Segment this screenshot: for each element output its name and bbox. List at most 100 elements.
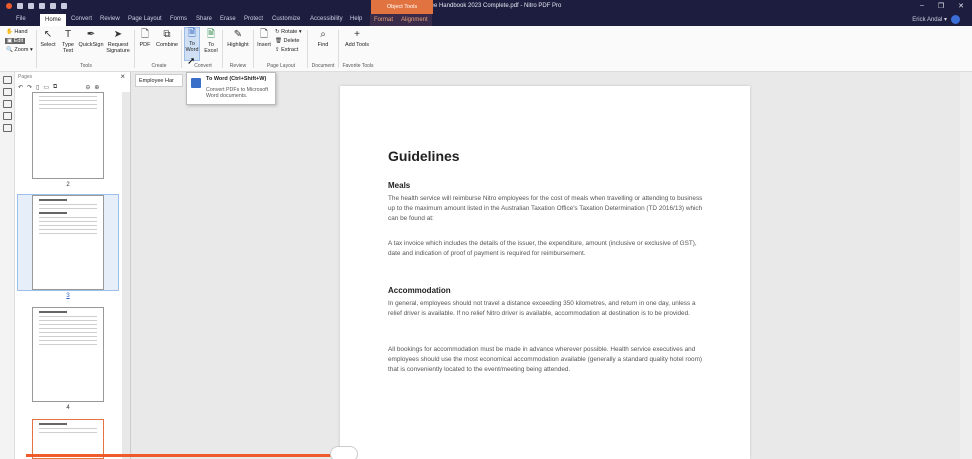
tab-page-layout[interactable]: Page Layout	[128, 16, 162, 22]
minimize-button[interactable]: –	[920, 2, 924, 10]
tab-erase[interactable]: Erase	[220, 16, 236, 22]
document-scrollbar[interactable]	[960, 72, 972, 459]
ribbon-separator	[222, 30, 223, 68]
close-button[interactable]: ✕	[958, 2, 964, 10]
document-group-label: Document	[311, 63, 335, 69]
word-file-icon	[191, 78, 201, 88]
page-layout-group-label: Page Layout	[266, 63, 296, 69]
meals-paragraph-1: The health service will reimburse Nitro …	[388, 195, 703, 222]
highlight-button[interactable]: ✎ Highlight	[225, 29, 251, 48]
request-signature-label: Request Signature	[106, 42, 130, 54]
highlight-label: Highlight	[227, 42, 249, 48]
to-excel-button[interactable]: 🗎 To Excel	[203, 29, 219, 54]
ribbon-separator	[36, 30, 37, 68]
page-thumbnail-4[interactable]	[32, 307, 104, 402]
type-text-button[interactable]: T Type Text	[60, 29, 76, 54]
pages-panel-icon[interactable]	[3, 76, 12, 84]
video-progress-handle[interactable]	[330, 446, 358, 459]
page-number-3: 3	[66, 293, 70, 299]
zoom-tool[interactable]: 🔍 Zoom ▾	[6, 47, 33, 53]
rotate-left-icon[interactable]: ↶	[18, 84, 23, 91]
tooltip-title: To Word (Ctrl+Shift+W)	[206, 76, 267, 82]
create-pdf-button[interactable]: 🗋 PDF	[137, 29, 153, 48]
tab-file[interactable]: File	[16, 16, 26, 22]
add-tools-button[interactable]: + Add Tools	[344, 29, 370, 48]
select-label: Select	[40, 42, 56, 48]
search-panel-icon[interactable]	[3, 88, 12, 96]
text-t-icon: T	[64, 29, 72, 40]
tab-review[interactable]: Review	[100, 16, 120, 22]
page-thumbnail-5[interactable]	[32, 419, 104, 459]
contextual-group-label: Object Tools	[371, 0, 433, 14]
maximize-button[interactable]: ❐	[938, 2, 944, 10]
pen-icon: ✒	[86, 29, 96, 40]
rotate-right-icon[interactable]: ↷	[27, 84, 32, 91]
add-tools-label: Add Tools	[344, 42, 370, 48]
window-title: Employee Handbook 2023 Complete.pdf - Ni…	[410, 3, 562, 9]
combine-button[interactable]: ⧉ Combine	[155, 29, 179, 48]
page-thumbnail-2[interactable]	[32, 92, 104, 179]
create-group-label: Create	[151, 63, 167, 69]
to-word-label: To Word	[185, 41, 199, 53]
extract-page-icon[interactable]: ⧉	[53, 84, 57, 91]
bookmarks-panel-icon[interactable]	[3, 100, 12, 108]
video-progress-bar[interactable]	[26, 454, 336, 457]
zoom-in-icon[interactable]: ⊕	[94, 84, 99, 91]
delete-button[interactable]: 🗑 Delete	[275, 38, 299, 44]
zoom-out-icon[interactable]: ⊖	[85, 84, 90, 91]
avatar	[951, 15, 960, 24]
delete-page-icon[interactable]: ▯	[36, 84, 39, 91]
zoom-label: Zoom ▾	[14, 47, 33, 53]
tags-panel-icon[interactable]	[3, 112, 12, 120]
pages-panel-title: Pages	[18, 74, 33, 80]
edit-tool[interactable]: ▣ Edit	[5, 38, 26, 44]
page-heading: Guidelines	[388, 148, 460, 164]
to-word-tooltip: To Word (Ctrl+Shift+W) Convert PDFs to M…	[186, 72, 276, 105]
insert-page-icon[interactable]: ▭	[43, 84, 49, 91]
security-panel-icon[interactable]	[3, 124, 12, 132]
ribbon-separator	[253, 30, 254, 68]
word-file-icon: 🗎	[187, 28, 197, 39]
combine-icon: ⧉	[163, 29, 171, 40]
section-title-accommodation: Accommodation	[388, 286, 451, 295]
tab-home[interactable]: Home	[40, 14, 67, 26]
tab-alignment[interactable]: Alignment	[397, 14, 432, 26]
edit-label: Edit	[13, 38, 24, 44]
page-thumbnail-3[interactable]	[32, 195, 104, 290]
tools-group-label: Tools	[80, 63, 92, 69]
magnifier-icon: ⌕	[320, 29, 326, 40]
find-label: Find	[317, 42, 329, 48]
pdf-page: Guidelines Meals The health service will…	[340, 86, 750, 459]
combine-label: Combine	[155, 42, 178, 48]
delete-label: Delete	[283, 38, 300, 44]
tab-customize[interactable]: Customize	[272, 16, 300, 22]
title-bar: Employee Handbook 2023 Complete.pdf - Ni…	[0, 0, 972, 14]
section-title-meals: Meals	[388, 181, 411, 190]
find-button[interactable]: ⌕ Find	[312, 29, 334, 48]
tab-share[interactable]: Share	[196, 16, 212, 22]
tab-protect[interactable]: Protect	[244, 16, 263, 22]
extract-button[interactable]: ⇪ Extract	[275, 47, 298, 53]
tab-format[interactable]: Format	[370, 14, 398, 26]
accommodation-paragraph-2: All bookings for accommodation must be m…	[388, 346, 703, 373]
ribbon-separator	[181, 30, 182, 68]
mouse-cursor-icon: ➚	[187, 56, 196, 67]
hand-tool[interactable]: ✋ Hand	[6, 29, 28, 35]
tab-help[interactable]: Help	[350, 16, 362, 22]
insert-button[interactable]: 🗋 Insert	[256, 29, 272, 48]
request-signature-button[interactable]: ➤ Request Signature	[105, 29, 131, 54]
review-group-label: Review	[229, 63, 247, 69]
quicksign-button[interactable]: ✒ QuickSign	[78, 29, 104, 48]
highlighter-icon: ✎	[233, 29, 243, 40]
tab-forms[interactable]: Forms	[170, 16, 187, 22]
rotate-label: Rotate ▾	[281, 29, 302, 35]
rotate-button[interactable]: ↻ Rotate ▾	[275, 29, 302, 35]
pages-scrollbar[interactable]	[122, 92, 130, 459]
ribbon: ✋ Hand ▣ Edit 🔍 Zoom ▾ ↖ Select T Type Tex…	[0, 26, 972, 72]
tab-accessibility[interactable]: Accessibility	[310, 16, 343, 22]
user-menu[interactable]: Erick Andal ▾	[912, 15, 960, 24]
document-tab[interactable]: Employee Har	[135, 74, 183, 87]
tab-convert[interactable]: Convert	[71, 16, 92, 22]
select-button[interactable]: ↖ Select	[40, 29, 56, 48]
close-panel-icon[interactable]: ×	[120, 72, 125, 81]
